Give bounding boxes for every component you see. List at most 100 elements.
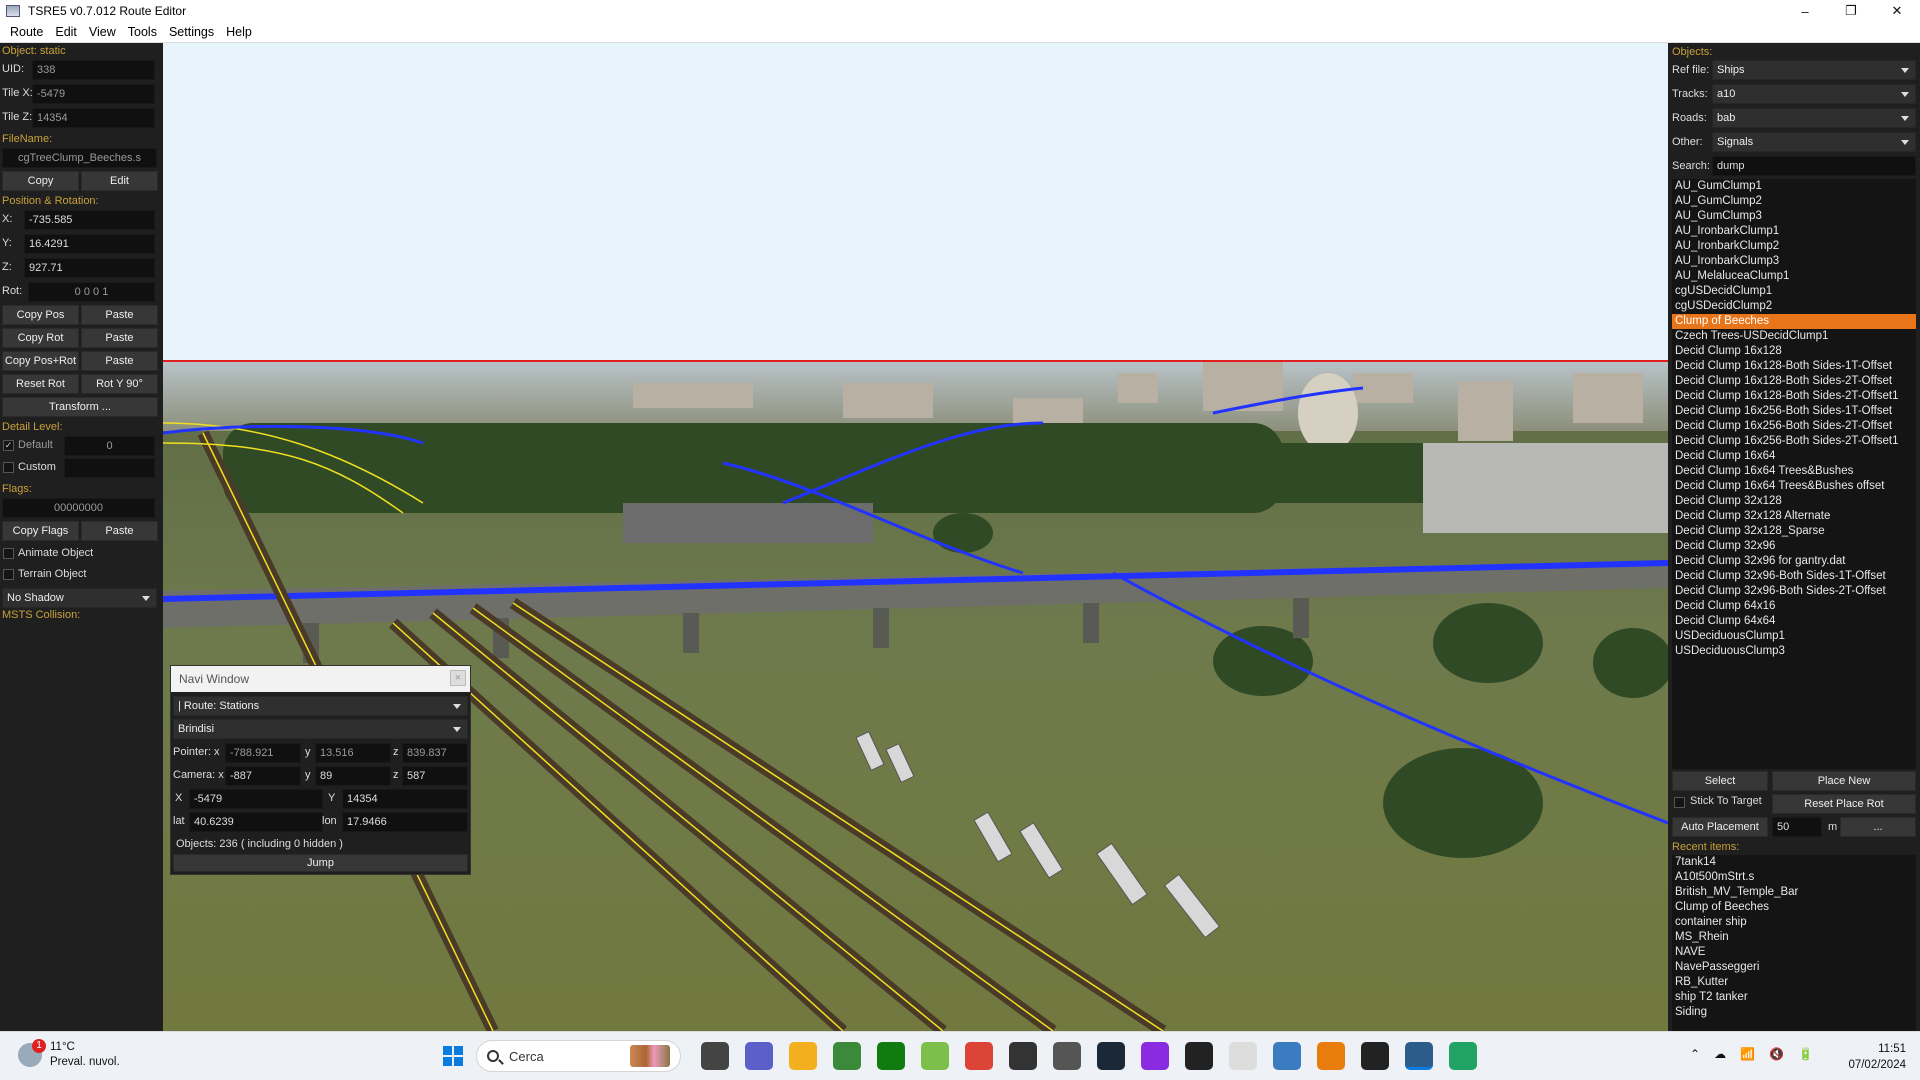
object-list-item[interactable]: Decid Clump 16x128-Both Sides-2T-Offset (1672, 374, 1916, 389)
object-list-item[interactable]: Decid Clump 16x256-Both Sides-1T-Offset (1672, 404, 1916, 419)
chrome-icon[interactable] (965, 1042, 993, 1070)
other-dropdown[interactable]: Signals (1712, 132, 1916, 152)
weather-widget[interactable]: 1 11°C Preval. nuvol. (18, 1039, 120, 1070)
object-list-item[interactable]: Decid Clump 64x64 (1672, 614, 1916, 629)
object-list-item[interactable]: Decid Clump 16x64 (1672, 449, 1916, 464)
battery-icon[interactable]: 🔋 (1798, 1047, 1813, 1061)
menu-route[interactable]: Route (4, 25, 49, 39)
auto-placement-distance[interactable]: 50 (1772, 817, 1822, 837)
recent-items-list[interactable]: 7tank14 A10t500mStrt.s British_MV_Temple_B… (1672, 855, 1916, 1031)
camera-z-field[interactable]: 587 (402, 766, 468, 786)
object-list-item[interactable]: AU_GumClump3 (1672, 209, 1916, 224)
blender-icon[interactable] (1317, 1042, 1345, 1070)
reset-rot-button[interactable]: Reset Rot (2, 374, 79, 394)
lat-field[interactable]: 40.6239 (189, 812, 323, 832)
default-detail-field[interactable]: 0 (64, 436, 155, 456)
pointer-x-field[interactable]: -788.921 (225, 743, 301, 763)
recent-item[interactable]: NavePasseggeri (1672, 960, 1916, 975)
object-list-item[interactable]: Clump of Beeches (1672, 314, 1916, 329)
recent-item[interactable]: Siding (1672, 1005, 1916, 1020)
object-list-item[interactable]: Decid Clump 16x64 Trees&Bushes offset (1672, 479, 1916, 494)
teams-icon[interactable] (745, 1042, 773, 1070)
paste-rot-button[interactable]: Paste (81, 328, 158, 348)
file-explorer-icon[interactable] (701, 1042, 729, 1070)
object-list-item[interactable]: USDeciduousClump3 (1672, 644, 1916, 659)
windows-start-icon[interactable] (438, 1041, 468, 1071)
terrain-checkbox[interactable] (3, 569, 14, 580)
object-list-item[interactable]: Decid Clump 32x128 (1672, 494, 1916, 509)
notepad-icon[interactable] (833, 1042, 861, 1070)
recent-item[interactable]: MS_Rhein (1672, 930, 1916, 945)
object-list-item[interactable]: cgUSDecidClump2 (1672, 299, 1916, 314)
object-list-item[interactable]: Decid Clump 16x256-Both Sides-2T-Offset1 (1672, 434, 1916, 449)
object-list-item[interactable]: Decid Clump 32x96-Both Sides-1T-Offset (1672, 569, 1916, 584)
recent-item[interactable]: 7tank14 (1672, 855, 1916, 870)
pos-y-field[interactable]: 16.4291 (24, 234, 155, 254)
paste-posrot-button[interactable]: Paste (81, 351, 158, 371)
tilez-field[interactable]: 14354 (32, 108, 155, 128)
object-list-item[interactable]: Decid Clump 32x128 Alternate (1672, 509, 1916, 524)
object-list-item[interactable]: Decid Clump 16x128-Both Sides-2T-Offset1 (1672, 389, 1916, 404)
pointer-z-field[interactable]: 839.837 (402, 743, 468, 763)
custom-detail-field[interactable] (64, 458, 155, 478)
camera-y-field[interactable]: 89 (315, 766, 391, 786)
tile-x-field[interactable]: -5479 (189, 789, 323, 809)
lon-field[interactable]: 17.9466 (342, 812, 468, 832)
object-list-item[interactable]: Decid Clump 32x128_Sparse (1672, 524, 1916, 539)
chat-icon[interactable] (1009, 1042, 1037, 1070)
roads-dropdown[interactable]: bab (1712, 108, 1916, 128)
object-list-item[interactable]: AU_MelaluceaClump1 (1672, 269, 1916, 284)
navi-window-header[interactable]: Navi Window × (171, 666, 470, 692)
object-list-item[interactable]: Decid Clump 32x96 for gantry.dat (1672, 554, 1916, 569)
copy-posrot-button[interactable]: Copy Pos+Rot (2, 351, 79, 371)
menu-settings[interactable]: Settings (163, 25, 220, 39)
chevron-up-icon[interactable]: ⌃ (1690, 1047, 1700, 1061)
terminal-icon[interactable] (1361, 1042, 1389, 1070)
calculator-icon[interactable] (1053, 1042, 1081, 1070)
uid-field[interactable]: 338 (32, 60, 155, 80)
pointer-y-field[interactable]: 13.516 (315, 743, 391, 763)
cloud-icon[interactable]: ☁ (1714, 1047, 1726, 1061)
auto-placement-button[interactable]: Auto Placement (1672, 817, 1768, 837)
volume-muted-icon[interactable]: 🔇 (1769, 1047, 1784, 1061)
taskbar-search[interactable]: Cerca (476, 1040, 681, 1072)
object-list-item[interactable]: Decid Clump 16x256-Both Sides-2T-Offset (1672, 419, 1916, 434)
search-input[interactable]: dump (1712, 156, 1916, 176)
station-dropdown[interactable]: Brindisi (173, 719, 468, 739)
copy-rot-button[interactable]: Copy Rot (2, 328, 79, 348)
tracks-dropdown[interactable]: a10 (1712, 84, 1916, 104)
object-list-item[interactable]: Czech Trees-USDecidClump1 (1672, 329, 1916, 344)
copy-pos-button[interactable]: Copy Pos (2, 305, 79, 325)
flags-field[interactable]: 00000000 (2, 498, 155, 518)
menu-help[interactable]: Help (220, 25, 258, 39)
tilex-field[interactable]: -5479 (32, 84, 155, 104)
stick-to-target-checkbox[interactable] (1674, 797, 1685, 808)
pos-x-field[interactable]: -735.585 (24, 210, 155, 230)
object-list-item[interactable]: Decid Clump 32x96-Both Sides-2T-Offset (1672, 584, 1916, 599)
spreadsheet-icon[interactable] (1449, 1042, 1477, 1070)
recent-item[interactable]: British_MV_Temple_Bar (1672, 885, 1916, 900)
object-list-item[interactable]: Decid Clump 64x16 (1672, 599, 1916, 614)
jump-button[interactable]: Jump (173, 854, 468, 872)
menu-edit[interactable]: Edit (49, 25, 83, 39)
steam-icon[interactable] (1097, 1042, 1125, 1070)
document-icon[interactable] (1229, 1042, 1257, 1070)
objects-list[interactable]: AU_GumClump1 AU_GumClump2 AU_GumClump3 AU_I… (1672, 179, 1916, 769)
clock[interactable]: 11:51 07/02/2024 (1832, 1041, 1906, 1073)
select-button[interactable]: Select (1672, 771, 1768, 791)
app-purple-icon[interactable] (1141, 1042, 1169, 1070)
object-list-item[interactable]: USDeciduousClump1 (1672, 629, 1916, 644)
camera-x-field[interactable]: -887 (225, 766, 301, 786)
chart-app-icon[interactable] (1273, 1042, 1301, 1070)
object-list-item[interactable]: AU_GumClump1 (1672, 179, 1916, 194)
navi-window[interactable]: Navi Window × | Route: Stations Brindisi… (170, 665, 471, 875)
more-options-button[interactable]: ... (1840, 817, 1916, 837)
epic-games-icon[interactable] (1185, 1042, 1213, 1070)
paste-flags-button[interactable]: Paste (81, 521, 158, 541)
object-list-item[interactable]: Decid Clump 16x128 (1672, 344, 1916, 359)
route-editor-icon[interactable] (1405, 1042, 1433, 1070)
object-list-item[interactable]: Decid Clump 32x96 (1672, 539, 1916, 554)
edit-button[interactable]: Edit (81, 171, 158, 191)
object-list-item[interactable]: AU_IronbarkClump1 (1672, 224, 1916, 239)
menu-view[interactable]: View (83, 25, 122, 39)
